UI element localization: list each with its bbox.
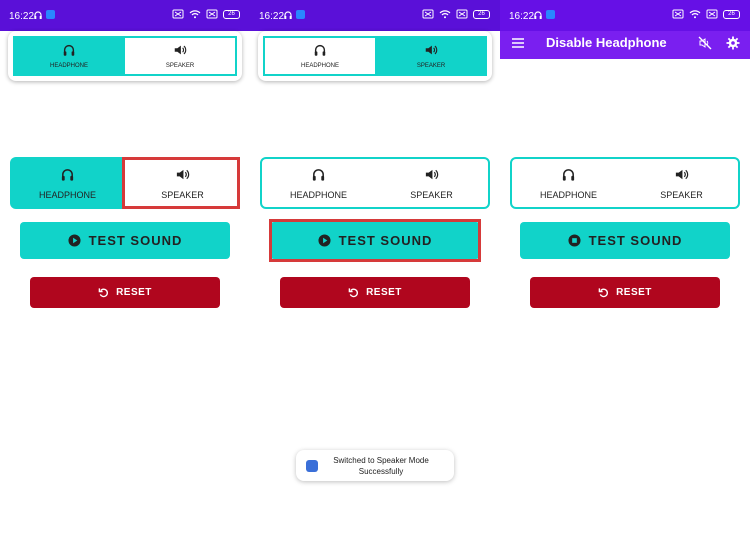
speaker-highlight-box (122, 157, 240, 209)
alarm-icon (172, 9, 184, 19)
speaker-icon (675, 169, 689, 179)
test-sound-label: TEST SOUND (88, 233, 183, 248)
reset-button[interactable]: RESET (30, 277, 220, 308)
speaker-label: SPEAKER (410, 189, 453, 200)
phone-screen-2: 16:22 26 HEADPHONE SPEAKER HEADPHONE SPE… (250, 0, 500, 556)
headset-status-icon (284, 11, 292, 19)
alarm-icon (672, 9, 684, 19)
speaker-button[interactable]: SPEAKER (375, 159, 488, 207)
wifi-icon (439, 10, 451, 19)
battery-icon: 26 (473, 9, 490, 19)
headphone-tab[interactable]: HEADPHONE (263, 36, 375, 76)
headphone-label: HEADPHONE (49, 63, 88, 69)
mode-toggle: HEADPHONE SPEAKER (260, 157, 490, 209)
speaker-icon (174, 45, 187, 55)
screenshots-composite: 16:22 26 HEADPHONE SPEAKER HEADPHONE SPE… (0, 0, 750, 556)
battery-icon: 26 (723, 9, 740, 19)
headphone-label: HEADPHONE (38, 189, 96, 200)
reset-label: RESET (116, 287, 152, 298)
status-bar: 16:22 26 (0, 0, 250, 31)
headset-status-icon (34, 11, 42, 19)
menu-icon[interactable] (511, 36, 525, 50)
speaker-label: SPEAKER (416, 63, 446, 69)
speaker-button[interactable]: SPEAKER (625, 159, 738, 207)
headphones-icon (61, 168, 74, 181)
speaker-icon (425, 169, 439, 179)
stop-icon (568, 234, 581, 247)
headphones-icon (314, 44, 326, 56)
speaker-tab[interactable]: SPEAKER (125, 36, 237, 76)
headphone-button[interactable]: HEADPHONE (262, 159, 375, 207)
headphone-tab[interactable]: HEADPHONE (13, 36, 125, 76)
signal-icon (456, 9, 468, 19)
reset-icon (98, 288, 109, 298)
speaker-tab[interactable]: SPEAKER (375, 36, 487, 76)
status-bar: 16:22 26 (500, 0, 750, 31)
app-notification-icon (296, 10, 305, 19)
status-time: 16:22 (259, 11, 285, 22)
status-time: 16:22 (9, 11, 35, 22)
headphone-button[interactable]: HEADPHONE (512, 159, 625, 207)
headphone-label: HEADPHONE (300, 63, 339, 69)
reset-icon (598, 288, 609, 298)
headphones-icon (312, 168, 325, 181)
reset-label: RESET (366, 287, 402, 298)
speaker-label: SPEAKER (165, 63, 195, 69)
app-notification-icon (46, 10, 55, 19)
headphone-label: HEADPHONE (539, 189, 597, 200)
mode-toggle: HEADPHONE SPEAKER (510, 157, 740, 209)
headphone-button[interactable]: HEADPHONE (10, 157, 125, 209)
toast-message: Switched to Speaker Mode Successfully (333, 455, 429, 476)
reset-icon (348, 288, 359, 298)
status-time: 16:22 (509, 11, 535, 22)
toast-notification: Switched to Speaker Mode Successfully (296, 450, 454, 481)
alarm-icon (422, 9, 434, 19)
app-notification-icon (546, 10, 555, 19)
wifi-icon (689, 10, 701, 19)
test-sound-button[interactable]: TEST SOUND (20, 222, 230, 259)
phone-screen-1: 16:22 26 HEADPHONE SPEAKER HEADPHONE SPE… (0, 0, 250, 556)
mode-selector-card: HEADPHONE SPEAKER (8, 31, 242, 81)
play-icon (68, 234, 81, 247)
battery-icon: 26 (223, 9, 240, 19)
headphones-icon (562, 168, 575, 181)
app-bar: Disable Headphone (500, 31, 750, 59)
headphone-label: HEADPHONE (289, 189, 347, 200)
gear-icon[interactable] (726, 36, 740, 50)
app-icon (306, 459, 318, 472)
headset-status-icon (534, 11, 542, 19)
speaker-icon (425, 45, 438, 55)
mode-selector-card: HEADPHONE SPEAKER (258, 31, 492, 81)
test-sound-button[interactable]: TEST SOUND (520, 222, 730, 259)
speaker-off-icon[interactable] (698, 36, 712, 50)
phone-screen-3: 16:22 26 Disable Headphone HEADPHONE SPE… (500, 0, 750, 556)
reset-button[interactable]: RESET (280, 277, 470, 308)
test-sound-highlight-box (269, 219, 481, 262)
reset-button[interactable]: RESET (530, 277, 720, 308)
speaker-label: SPEAKER (660, 189, 703, 200)
app-title: Disable Headphone (546, 35, 667, 50)
signal-icon (206, 9, 218, 19)
status-bar: 16:22 26 (250, 0, 500, 31)
reset-label: RESET (616, 287, 652, 298)
signal-icon (706, 9, 718, 19)
test-sound-label: TEST SOUND (588, 233, 683, 248)
headphones-icon (63, 44, 75, 56)
wifi-icon (189, 10, 201, 19)
